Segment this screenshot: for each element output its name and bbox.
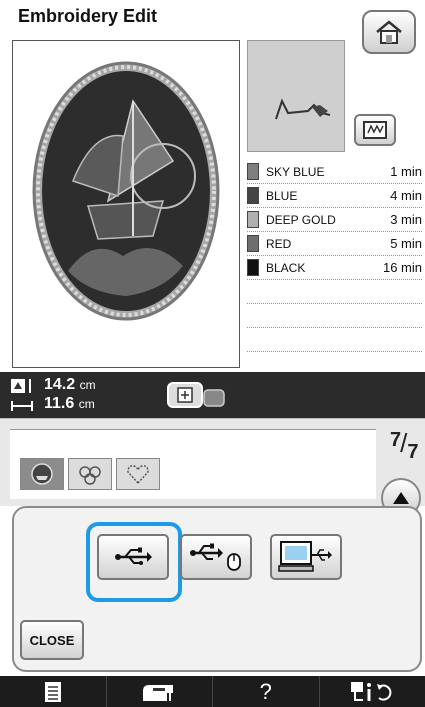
home-button[interactable] [362, 10, 416, 54]
home-icon [376, 20, 402, 44]
pattern-thumbnails-area [10, 429, 376, 499]
color-name: RED [266, 236, 292, 251]
settings-info-button[interactable] [320, 676, 425, 707]
sewing-machine-button[interactable] [107, 676, 213, 707]
pattern-thumbnail-ship[interactable] [20, 458, 64, 490]
sewing-view-icon [363, 121, 387, 139]
design-width-value: 11.6 [44, 395, 75, 412]
thread-color-row[interactable]: DEEP GOLD 3 min [247, 208, 422, 232]
width-dimension-icon [11, 401, 33, 411]
width-unit: cm [78, 397, 95, 411]
embroidery-preview [12, 40, 240, 368]
bottom-toolbar: ? [0, 676, 425, 707]
pattern-selection-panel [0, 418, 425, 506]
ship-embroidery-image [32, 61, 220, 321]
color-time: 16 min [382, 260, 422, 275]
height-unit: cm [79, 378, 96, 392]
usb-mouse-media-button[interactable] [180, 534, 252, 580]
color-name: BLACK [266, 260, 306, 275]
thread-color-row[interactable]: RED 5 min [247, 232, 422, 256]
settings-info-icon [351, 681, 392, 701]
flowers-pattern-icon [79, 466, 101, 485]
current-page: 7 [390, 429, 402, 451]
thread-color-row[interactable]: BLACK 16 min [247, 256, 422, 280]
heart-pattern-icon [127, 465, 149, 485]
color-time: 5 min [390, 236, 422, 251]
height-dimension-icon [11, 379, 31, 393]
color-swatch [247, 235, 259, 252]
document-icon [44, 681, 61, 702]
design-thumbnail [247, 40, 345, 152]
page-title: Embroidery Edit [18, 6, 158, 26]
thread-color-list: SKY BLUE 1 min BLUE 4 min DEEP GOLD 3 mi… [247, 160, 422, 352]
color-name: SKY BLUE [266, 164, 325, 179]
help-icon: ? [259, 678, 272, 704]
pattern-thumbnail-flowers[interactable] [68, 458, 112, 490]
empty-color-row [247, 280, 422, 304]
color-time: 3 min [390, 212, 422, 227]
ship-pattern-icon [31, 463, 53, 485]
close-button[interactable]: CLOSE [20, 620, 84, 660]
thread-color-row[interactable]: BLUE 4 min [247, 184, 422, 208]
empty-color-row [247, 328, 422, 352]
color-name: BLUE [266, 188, 298, 203]
size-info-bar: 14.2 cm 11.6 cm [0, 372, 425, 418]
machine-preview-button[interactable] [354, 114, 396, 146]
empty-color-row [247, 304, 422, 328]
triangle-up-icon [393, 492, 409, 504]
color-swatch [247, 259, 259, 276]
color-name: DEEP GOLD [266, 212, 336, 227]
usb-icon [115, 547, 152, 565]
color-swatch [247, 187, 259, 204]
sewing-machine-icon [143, 684, 174, 701]
design-height-value: 14.2 [44, 376, 76, 393]
color-time: 4 min [390, 188, 422, 203]
thread-color-row[interactable]: SKY BLUE 1 min [247, 160, 422, 184]
hoop-size-icon [167, 382, 225, 408]
usb-media-button[interactable] [97, 534, 169, 580]
document-button[interactable] [0, 676, 107, 707]
usb-mouse-icon [190, 543, 241, 571]
computer-usb-icon [278, 541, 332, 572]
color-time: 1 min [390, 164, 422, 179]
thumbnail-stitch-icon [275, 98, 331, 120]
pattern-thumbnail-heart[interactable] [116, 458, 160, 490]
total-pages: 7 [407, 441, 419, 463]
computer-media-button[interactable] [270, 534, 342, 580]
color-swatch [247, 163, 259, 180]
help-button[interactable]: ? [213, 676, 320, 707]
page-indicator: 7/7 [388, 428, 418, 463]
color-swatch [247, 211, 259, 228]
